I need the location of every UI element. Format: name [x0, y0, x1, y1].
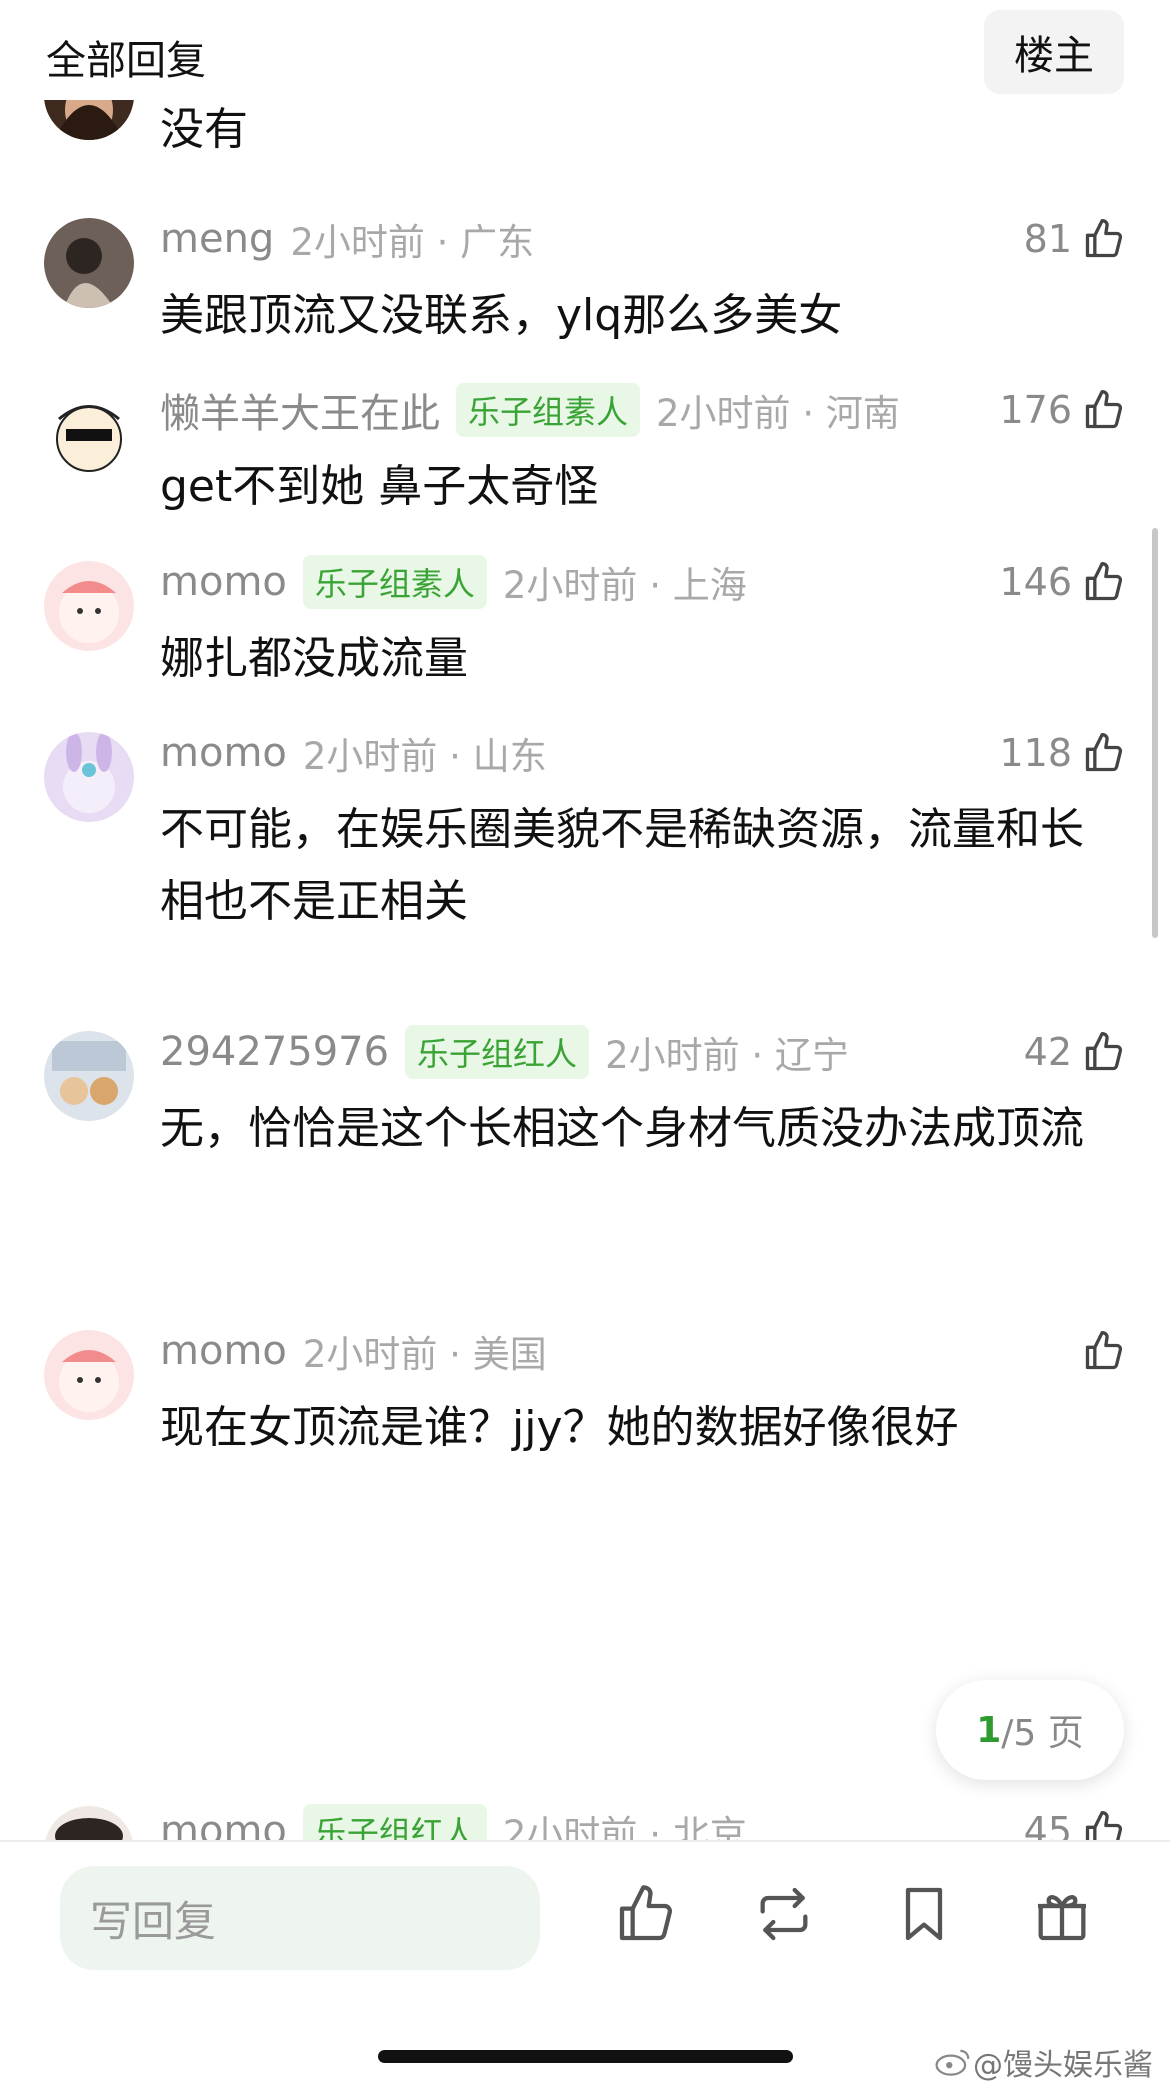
- username[interactable]: 294275976: [160, 1029, 389, 1075]
- comment-meta: momo 乐子组红人 2小时前 · 北京: [160, 1804, 747, 1840]
- page-indicator[interactable]: 1 /5 页: [936, 1680, 1124, 1780]
- username[interactable]: meng: [160, 216, 274, 262]
- username[interactable]: 懒羊羊大王在此: [160, 381, 440, 439]
- timestamp-location: 2小时前 · 美国: [302, 1333, 547, 1376]
- comment-text: 美跟顶流又没联系，ylq那么多美女: [160, 290, 843, 341]
- like-button[interactable]: 81: [1024, 214, 1126, 264]
- timestamp-location: 2小时前 · 辽宁: [605, 1034, 849, 1077]
- like-count: 42: [1023, 1030, 1072, 1074]
- bottom-action-bar: 写回复 @馒头娱乐酱: [0, 1840, 1170, 2093]
- weibo-icon: [935, 2049, 970, 2076]
- like-button[interactable]: 42: [1024, 1027, 1126, 1077]
- comment-text: 无，恰恰是这个长相这个身材气质没办法成顶流: [160, 1103, 1084, 1154]
- current-page: 1: [976, 1709, 1002, 1751]
- like-button[interactable]: 118: [999, 728, 1126, 778]
- like-count: 81: [1023, 217, 1072, 261]
- home-indicator: [378, 2050, 793, 2063]
- user-badge: 乐子组红人: [302, 1804, 487, 1840]
- thumbs-up-icon: [1085, 562, 1123, 601]
- user-badge: 乐子组红人: [405, 1025, 590, 1079]
- like-button[interactable]: 45: [1024, 1806, 1126, 1840]
- comment-meta: 294275976 乐子组红人 2小时前 · 辽宁: [160, 1025, 849, 1079]
- timestamp-location: 2小时前 · 北京: [502, 1813, 747, 1840]
- thumbs-up-icon[interactable]: [614, 1882, 678, 1946]
- thumbs-up-icon: [1085, 1331, 1123, 1370]
- thumbs-up-icon: [1085, 219, 1123, 258]
- total-pages: /5 页: [1001, 1713, 1084, 1754]
- like-button[interactable]: [1082, 1326, 1126, 1376]
- avatar[interactable]: [44, 1806, 134, 1840]
- repost-icon[interactable]: [752, 1882, 816, 1946]
- reply-input[interactable]: 写回复: [60, 1866, 540, 1970]
- user-badge: 乐子组素人: [456, 383, 641, 437]
- gift-icon[interactable]: [1030, 1882, 1094, 1946]
- scrollbar[interactable]: [1152, 528, 1158, 938]
- like-button[interactable]: 146: [999, 557, 1126, 607]
- comment-meta: meng 2小时前 · 广东: [160, 214, 534, 264]
- thumbs-up-icon: [1085, 1032, 1123, 1071]
- thumbs-up-icon: [1085, 1811, 1123, 1840]
- like-count: 45: [1023, 1809, 1072, 1840]
- timestamp-location: 2小时前 · 山东: [302, 735, 547, 778]
- avatar[interactable]: [44, 1031, 134, 1121]
- like-count: 176: [999, 388, 1072, 432]
- thumbs-up-icon: [1085, 390, 1123, 429]
- reply-placeholder: 写回复: [90, 1896, 217, 1946]
- page-title: 全部回复: [46, 38, 206, 84]
- comment-text: 没有: [160, 104, 248, 155]
- avatar[interactable]: [44, 389, 134, 479]
- like-button[interactable]: 176: [999, 385, 1126, 435]
- comment-text: 不可能，在娱乐圈美貌不是稀缺资源，流量和长相也不是正相关: [160, 804, 1084, 927]
- username[interactable]: momo: [160, 730, 287, 776]
- comment-meta: 懒羊羊大王在此 乐子组素人 2小时前 · 河南: [160, 383, 900, 437]
- op-only-button[interactable]: 楼主: [984, 10, 1124, 94]
- watermark-text: @馒头娱乐酱: [973, 2048, 1153, 2083]
- comment-meta: momo 乐子组素人 2小时前 · 上海: [160, 555, 747, 609]
- username[interactable]: momo: [160, 1808, 287, 1840]
- bookmark-icon[interactable]: [892, 1882, 956, 1946]
- avatar[interactable]: [44, 1330, 134, 1420]
- comment-text: 现在女顶流是谁？jjy？她的数据好像很好: [160, 1402, 959, 1453]
- username[interactable]: momo: [160, 559, 287, 605]
- avatar[interactable]: [44, 561, 134, 651]
- header: 全部回复 楼主: [0, 0, 1170, 100]
- thumbs-up-icon: [1085, 733, 1123, 772]
- comment-text: 娜扎都没成流量: [160, 633, 468, 684]
- watermark: @馒头娱乐酱: [935, 2040, 1153, 2084]
- comment-meta: momo 2小时前 · 美国: [160, 1326, 547, 1376]
- username[interactable]: momo: [160, 1328, 287, 1374]
- user-badge: 乐子组素人: [302, 555, 487, 609]
- avatar[interactable]: [44, 218, 134, 308]
- like-count: 146: [999, 560, 1072, 604]
- avatar[interactable]: [44, 732, 134, 822]
- comment-meta: momo 2小时前 · 山东: [160, 728, 547, 778]
- comment-list: 没有 meng 2小时前 · 广东 81 美跟顶流又没联系，ylq那么多美女 懒…: [0, 0, 1170, 1840]
- comment-text: get不到她 鼻子太奇怪: [160, 461, 599, 512]
- timestamp-location: 2小时前 · 河南: [656, 392, 900, 435]
- timestamp-location: 2小时前 · 上海: [502, 564, 747, 607]
- timestamp-location: 2小时前 · 广东: [290, 221, 535, 264]
- like-count: 118: [999, 731, 1072, 775]
